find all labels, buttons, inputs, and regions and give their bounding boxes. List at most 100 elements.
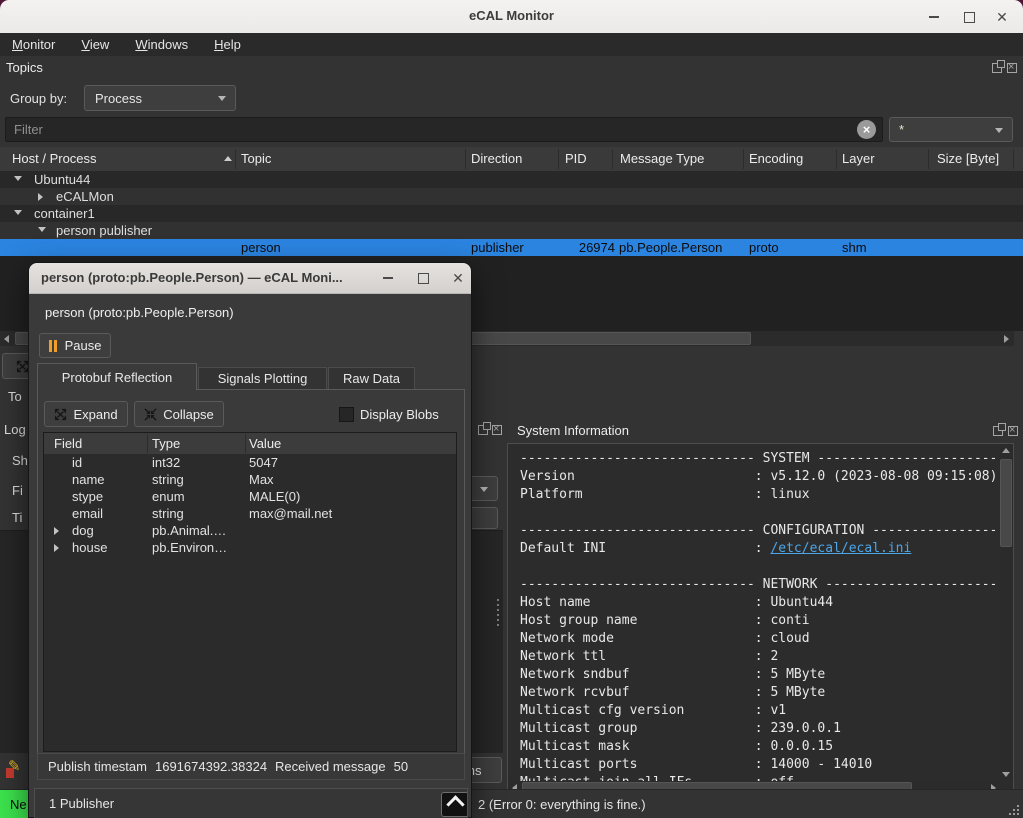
system-info-line: ------------------------------ NETWORK -… (520, 576, 995, 594)
tree-node-label: Ubuntu44 (34, 172, 90, 187)
reflection-row-id[interactable]: idint325047 (44, 454, 456, 471)
reflection-row-dog[interactable]: dog pb.Animal.… (44, 522, 456, 539)
expand-node-icon[interactable] (54, 544, 59, 552)
col-size-byte[interactable]: Size [Byte] (937, 151, 999, 166)
window-title: eCAL Monitor (0, 8, 1023, 23)
minimize-icon (383, 277, 393, 279)
received-message-label: Received message (275, 759, 386, 774)
col-host-process[interactable]: Host / Process (12, 151, 97, 166)
cell-field: stype (72, 489, 103, 504)
chevron-up-icon (446, 795, 464, 813)
logging-dock-title-fragment: Log (4, 422, 26, 437)
scroll-left-icon[interactable] (0, 331, 13, 346)
chevron-down-icon (480, 487, 488, 492)
system-info-line: Version : v5.12.0 (2023-08-08 09:15:08) (520, 468, 995, 486)
expand-node-icon[interactable] (38, 193, 43, 201)
system-info-line: Multicast mask : 0.0.0.15 (520, 738, 995, 756)
expand-node-icon[interactable] (54, 527, 59, 535)
col-type[interactable]: Type (152, 436, 180, 451)
reflection-table-header[interactable]: Field Type Value (44, 433, 456, 454)
dialog-title-bar[interactable]: person (proto:pb.People.Person) — eCAL M… (29, 263, 471, 294)
collapse-button[interactable]: Collapse (134, 401, 224, 427)
cell-type: pb.Animal.… (152, 523, 226, 538)
scrollbar-thumb[interactable] (1000, 459, 1012, 547)
close-button[interactable]: ✕ (993, 8, 1011, 26)
system-info-float-icon[interactable] (993, 426, 1003, 436)
col-field[interactable]: Field (54, 436, 82, 451)
system-info-text-area[interactable]: ------------------------------ SYSTEM --… (507, 443, 1014, 795)
minimize-button[interactable] (925, 8, 943, 26)
system-info-close-icon[interactable] (1008, 426, 1018, 436)
dialog-close-button[interactable]: ✕ (449, 269, 467, 287)
maximize-button[interactable] (960, 8, 978, 26)
pause-button-label: Pause (65, 338, 102, 353)
col-direction[interactable]: Direction (471, 151, 522, 166)
clear-filter-button[interactable]: × (857, 120, 876, 139)
tree-row[interactable]: Ubuntu44 (0, 171, 1023, 188)
col-message-type[interactable]: Message Type (620, 151, 704, 166)
publisher-count: 1 Publisher (49, 796, 114, 811)
col-layer[interactable]: Layer (842, 151, 875, 166)
collapse-button-label: Collapse (163, 407, 214, 422)
collapse-node-icon[interactable] (14, 176, 22, 181)
col-pid[interactable]: PID (565, 151, 587, 166)
reflection-table[interactable]: Field Type Value idint325047namestringMa… (43, 432, 457, 752)
pause-icon (49, 340, 59, 352)
menu-view[interactable]: View (81, 37, 121, 52)
filter-preset-select[interactable]: * (889, 117, 1013, 142)
topics-float-icon[interactable] (992, 63, 1002, 73)
collapse-panel-button[interactable] (441, 792, 468, 817)
reflection-row-house[interactable]: housepb.Environ… (44, 539, 456, 556)
dialog-maximize-button[interactable] (414, 269, 432, 287)
tree-node-label: eCALMon (56, 189, 114, 204)
collapse-node-icon[interactable] (14, 210, 22, 215)
title-bar[interactable]: eCAL Monitor ✕ (0, 0, 1023, 34)
reflection-row-name[interactable]: namestringMax (44, 471, 456, 488)
reflection-row-email[interactable]: emailstringmax@mail.net (44, 505, 456, 522)
tab-protobuf-reflection[interactable]: Protobuf Reflection (37, 363, 197, 390)
system-info-line: Multicast cfg version : v1 (520, 702, 995, 720)
logging-filter-fragment: Fi (12, 483, 23, 498)
tree-row[interactable]: person publisher (0, 222, 1023, 239)
topics-table-header[interactable]: Host / Process Topic Direction PID Messa… (0, 147, 1023, 172)
cell-field: email (72, 506, 103, 521)
col-encoding[interactable]: Encoding (749, 151, 803, 166)
ini-file-link[interactable]: /etc/ecal/ecal.ini (770, 541, 911, 556)
dock-tab-fragment[interactable]: To (8, 389, 22, 404)
reflection-row-stype[interactable]: stypeenumMALE(0) (44, 488, 456, 505)
edit-log-icon[interactable]: ✎ (6, 760, 24, 778)
scroll-right-icon[interactable] (1000, 331, 1013, 346)
tree-row[interactable]: personpublisher26974pb.People.Personprot… (0, 239, 1023, 256)
scroll-up-icon[interactable] (999, 444, 1013, 457)
tree-row[interactable]: container1 (0, 205, 1023, 222)
cell-value: max@mail.net (249, 506, 332, 521)
dialog-minimize-button[interactable] (379, 269, 397, 287)
scroll-down-icon[interactable] (999, 768, 1013, 781)
cell-type: enum (152, 489, 185, 504)
topics-close-icon[interactable] (1007, 63, 1017, 73)
tree-row[interactable]: eCALMon (0, 188, 1023, 205)
cell-field: dog (72, 523, 94, 538)
system-info-v-scrollbar[interactable] (999, 444, 1013, 781)
col-topic[interactable]: Topic (241, 151, 271, 166)
publish-timestamp-label: Publish timestam (48, 759, 147, 774)
col-value[interactable]: Value (249, 436, 281, 451)
menu-windows[interactable]: Windows (135, 37, 200, 52)
topics-dock-title: Topics (6, 60, 43, 75)
pause-button[interactable]: Pause (39, 333, 111, 358)
expand-button[interactable]: Expand (44, 401, 128, 427)
collapse-node-icon[interactable] (38, 227, 46, 232)
display-blobs-checkbox[interactable] (339, 407, 354, 422)
tab-raw-data[interactable]: Raw Data (328, 367, 415, 390)
logging-close-icon[interactable] (492, 425, 502, 435)
resize-grip[interactable] (1009, 805, 1019, 815)
status-message: 2 (Error 0: everything is fine.) (478, 797, 646, 812)
group-by-select[interactable]: Process (84, 85, 236, 111)
menu-monitor[interactable]: Monitor (12, 37, 67, 52)
menu-help[interactable]: Help (214, 37, 253, 52)
topic-reflection-dialog: person (proto:pb.People.Person) — eCAL M… (28, 262, 472, 818)
logging-float-icon[interactable] (478, 425, 488, 435)
dock-splitter-handle-vertical[interactable] (497, 599, 500, 629)
filter-input[interactable] (5, 117, 883, 142)
tab-signals-plotting[interactable]: Signals Plotting (198, 367, 327, 390)
